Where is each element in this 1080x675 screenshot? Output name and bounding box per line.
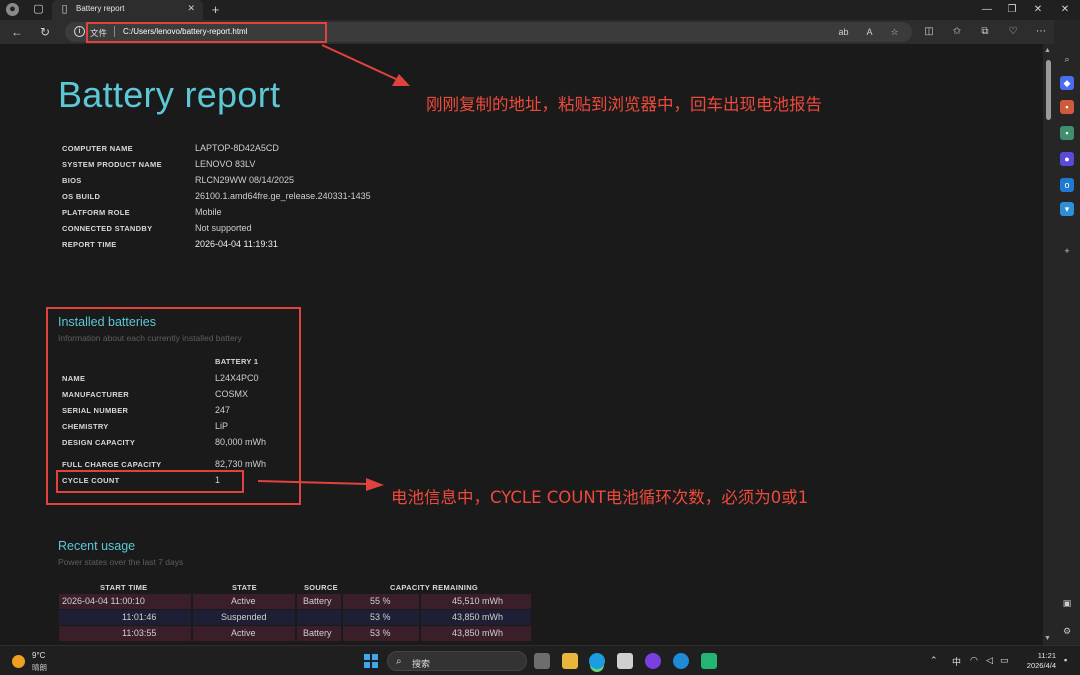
sidebar-games-icon[interactable]: ▪ bbox=[1060, 126, 1074, 140]
wifi-icon[interactable]: ◠ bbox=[970, 655, 978, 666]
edge-browser-icon[interactable] bbox=[589, 653, 605, 669]
address-annotation: 刚刚复制的地址，粘贴到浏览器中，回车出现电池报告 bbox=[426, 95, 822, 114]
task-view-icon[interactable] bbox=[534, 653, 550, 669]
scroll-down-icon[interactable]: ▼ bbox=[1044, 635, 1051, 642]
notification-icon[interactable]: ▪ bbox=[1064, 655, 1067, 665]
sidebar-hide-icon[interactable]: ▣ bbox=[1060, 596, 1074, 610]
scroll-up-icon[interactable]: ▲ bbox=[1044, 47, 1051, 54]
search-icon: ⌕ bbox=[396, 656, 402, 667]
weather-condition[interactable]: 晴朗 bbox=[32, 662, 47, 673]
ie-edge-icon[interactable] bbox=[673, 653, 689, 669]
cycle-count-arrow bbox=[257, 478, 384, 491]
wechat-icon[interactable] bbox=[701, 653, 717, 669]
volume-icon[interactable]: ◁ bbox=[986, 655, 993, 666]
app-circle-icon[interactable] bbox=[645, 653, 661, 669]
address-arrow bbox=[321, 44, 410, 86]
weather-sun-icon[interactable] bbox=[12, 655, 25, 668]
sidebar-add-icon[interactable]: + bbox=[1060, 244, 1074, 258]
page-scrollbar[interactable]: ▲ ▼ bbox=[1043, 44, 1054, 645]
file-explorer-icon[interactable] bbox=[562, 653, 578, 669]
clock-date: 2026/4/4 bbox=[1026, 661, 1056, 670]
clock-time: 11:21 bbox=[1037, 651, 1056, 660]
taskbar: 9°C 晴朗 ⌕ 搜索 ⌃ 中 ◠ ◁ ▭ 11:21 2026/4/4 ▪ bbox=[0, 645, 1080, 675]
search-label: 搜索 bbox=[412, 659, 431, 669]
store-icon[interactable] bbox=[617, 653, 633, 669]
scrollbar-thumb[interactable] bbox=[1046, 60, 1051, 120]
taskbar-search-box[interactable]: ⌕ 搜索 bbox=[387, 651, 527, 671]
sidebar-search-icon[interactable]: ⌕ bbox=[1060, 52, 1074, 66]
sidebar-settings-icon[interactable]: ⚙ bbox=[1060, 624, 1074, 638]
sidebar-drop-icon[interactable]: ▾ bbox=[1060, 202, 1074, 216]
cycle-count-annotation: 电池信息中，CYCLE COUNT电池循环次数，必须为0或1 bbox=[391, 488, 809, 507]
ime-indicator[interactable]: 中 bbox=[952, 655, 961, 668]
sidebar-outlook-icon[interactable]: o bbox=[1060, 178, 1074, 192]
sidebar-copilot-app-icon[interactable]: ● bbox=[1060, 152, 1074, 166]
sidebar-shopping-icon[interactable]: ◆ bbox=[1060, 76, 1074, 90]
tray-chevron-icon[interactable]: ⌃ bbox=[930, 655, 938, 666]
clock[interactable]: 11:21 2026/4/4 bbox=[1027, 651, 1056, 671]
sidebar-tools-icon[interactable]: ▪ bbox=[1060, 100, 1074, 114]
windows-start-icon[interactable] bbox=[364, 654, 378, 668]
battery-icon[interactable]: ▭ bbox=[1000, 655, 1009, 666]
weather-temperature[interactable]: 9°C bbox=[32, 651, 45, 660]
edge-sidebar: ⌕ ◆ ▪ ▪ ● o ▾ + ▣ ⚙ bbox=[1054, 20, 1080, 645]
